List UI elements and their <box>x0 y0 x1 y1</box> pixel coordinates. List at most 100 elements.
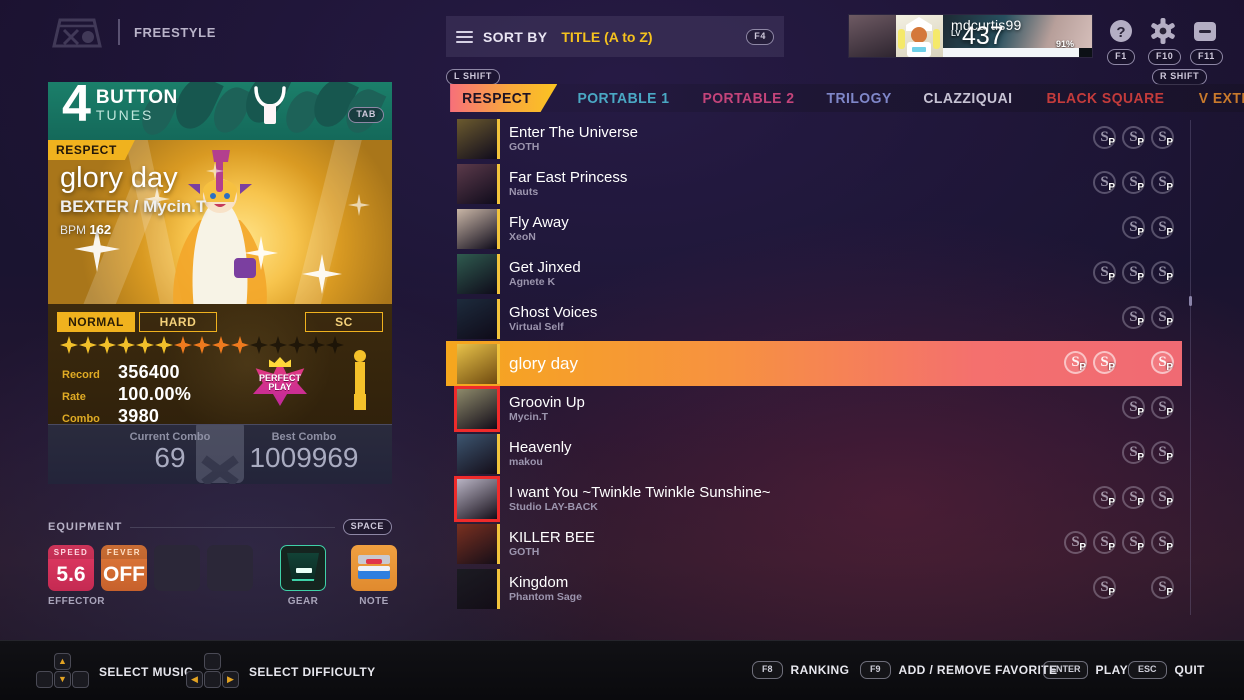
song-row[interactable]: Ghost Voices Virtual Self S P S P <box>446 296 1182 341</box>
footer-quit[interactable]: ESC QUIT <box>1128 661 1205 679</box>
rank-badge-slot: SP <box>1062 529 1091 559</box>
footer-bar: ▲ . ▼ . SELECT MUSIC . ◀ . ▶ SELECT DIFF… <box>0 640 1244 700</box>
rank-badge: SP <box>1064 530 1087 554</box>
favorite-label: ADD / REMOVE FAVORITE <box>898 663 1058 677</box>
song-row[interactable]: Enter The Universe GOTH S P S P S P <box>446 116 1182 161</box>
archive-button[interactable]: F11 <box>1190 16 1223 65</box>
fever-cap: FEVER <box>101 545 147 559</box>
left-shift-hint[interactable]: L SHIFT <box>446 66 501 85</box>
difficulty-stars <box>60 336 344 354</box>
difficulty-tab-sc[interactable]: SC <box>304 312 383 332</box>
button-count: 4 <box>62 82 91 133</box>
song-accent-bar <box>497 568 500 609</box>
perfect-play-line2: PLAY <box>268 382 292 392</box>
song-row[interactable]: Kingdom Phantom Sage S P S P <box>446 566 1182 611</box>
category-tab-clazziquai[interactable]: CLAZZIQUAI <box>912 84 1025 112</box>
equipment-slot-effector[interactable]: SPEED 5.6 EFFECTOR <box>48 545 105 607</box>
difficulty-tab-normal[interactable]: NORMAL <box>57 312 135 332</box>
rank-badge-slot: SP <box>1120 304 1149 334</box>
rank-badge: SP <box>1064 350 1087 374</box>
rank-perfect-mark: P <box>1079 541 1086 553</box>
difficulty-star <box>307 336 325 354</box>
rank-badge: SP <box>1093 260 1116 284</box>
bpm-value: 162 <box>89 222 112 237</box>
difficulty-star <box>288 336 306 354</box>
difficulty-star <box>60 336 78 354</box>
difficulty-star <box>326 336 344 354</box>
player-profile-card[interactable]: mdcurtis99 LV 437 91% <box>848 14 1093 58</box>
song-artist: Agnete K <box>509 275 556 288</box>
settings-button[interactable]: F10 <box>1148 16 1182 65</box>
equipment-slot-empty-1[interactable] <box>154 545 200 591</box>
category-tab-portable-2[interactable]: PORTABLE 2 <box>691 84 807 112</box>
difficulty-tab-hard[interactable]: HARD <box>138 312 217 332</box>
sort-bar[interactable]: SORT BY TITLE (A to Z) F4 <box>446 16 784 57</box>
favorite-key: F9 <box>860 661 891 679</box>
help-key-hint[interactable]: F1 <box>1107 49 1135 65</box>
song-list-scrollbar[interactable] <box>1189 120 1192 615</box>
song-meta: Kingdom Phantom Sage <box>509 574 582 604</box>
equipment-header: EQUIPMENT SPACE <box>48 518 392 536</box>
equipment-slot-empty-2[interactable] <box>207 545 253 591</box>
category-tab-trilogy[interactable]: TRILOGY <box>815 84 904 112</box>
menu-icon[interactable] <box>456 30 473 43</box>
song-row[interactable]: I want You ~Twinkle Twinkle Sunshine~ Stu… <box>446 475 1182 522</box>
song-row[interactable]: KILLER BEE GOTH S P S P S P S P <box>446 521 1182 566</box>
difficulty-panel: NORMAL HARD SC Record 356400 Rate 100.00… <box>48 304 392 424</box>
song-rank-badges: SPSPSPSP <box>1062 529 1178 559</box>
song-thumbnail <box>457 163 497 204</box>
rank-badge: SP <box>1151 575 1174 599</box>
footer-play[interactable]: ENTER PLAY <box>1043 661 1128 679</box>
song-row[interactable]: Get Jinxed Agnete KSPSPSP <box>446 251 1182 296</box>
song-thumbnail <box>457 208 497 249</box>
equipment-key-hint[interactable]: SPACE <box>342 519 392 535</box>
category-tab-v-extension[interactable]: V EXTENSION <box>1187 84 1244 112</box>
song-row[interactable]: glory day S P S P S P <box>446 341 1182 386</box>
song-row[interactable]: Heavenly makou S P S P <box>446 431 1182 476</box>
rank-badge: SP <box>1122 260 1145 284</box>
scrollbar-thumb[interactable] <box>1189 296 1192 306</box>
detail-song-title: glory day <box>60 162 178 194</box>
song-row[interactable]: Groovin Up Mycin.T S P S P <box>446 385 1182 432</box>
rank-perfect-mark: P <box>1166 361 1173 373</box>
song-thumbnail <box>457 253 497 294</box>
rank-perfect-mark: P <box>1166 541 1173 553</box>
best-combo-value: 1009969 <box>249 442 359 473</box>
help-button[interactable]: ? F1 <box>1106 16 1136 65</box>
equipment-slot-gear[interactable]: GEAR <box>280 545 326 607</box>
rank-perfect-mark: P <box>1137 181 1144 193</box>
equipment-slot-note[interactable]: NOTE <box>351 545 397 607</box>
song-row[interactable]: Far East Princess Nauts S P S P S P <box>446 161 1182 206</box>
difficulty-star <box>79 336 97 354</box>
song-title: Kingdom <box>509 573 569 591</box>
gear-label: GEAR <box>287 596 319 607</box>
rank-perfect-mark: P <box>1108 136 1115 148</box>
archive-key-hint[interactable]: F11 <box>1190 49 1223 65</box>
song-jacket: 4 BUTTON TUNES TAB RESPECT glory day BEX… <box>48 82 392 304</box>
tab-key-hint[interactable]: TAB <box>348 104 384 123</box>
rank-badge-slot: SP <box>1091 574 1120 604</box>
rank-badge-slot <box>1120 349 1149 379</box>
sort-key-hint[interactable]: F4 <box>746 28 774 45</box>
song-title: Far East Princess <box>509 168 628 186</box>
footer-favorite[interactable]: F9 ADD / REMOVE FAVORITE <box>860 661 1057 679</box>
song-row[interactable]: Fly Away XeoN S P S P <box>446 206 1182 251</box>
footer-ranking[interactable]: F8 RANKING <box>752 661 849 679</box>
category-tab-portable-1[interactable]: PORTABLE 1 <box>566 84 682 112</box>
category-tab-respect[interactable]: RESPECT <box>450 84 557 112</box>
song-accent-bar <box>497 478 500 519</box>
song-accent-bar <box>497 163 500 204</box>
effector-label: EFFECTOR <box>48 596 105 607</box>
rank-perfect-mark: P <box>1137 496 1144 508</box>
settings-key-hint[interactable]: F10 <box>1148 49 1182 65</box>
category-tab-black-square[interactable]: BLACK SQUARE <box>1035 84 1177 112</box>
rank-badge-slot: SP <box>1149 124 1178 154</box>
difficulty-star <box>193 336 211 354</box>
right-shift-hint[interactable]: R SHIFT <box>1152 66 1208 85</box>
difficulty-star <box>231 336 249 354</box>
rank-perfect-mark: P <box>1166 586 1173 598</box>
detail-bpm: BPM 162 <box>60 222 111 237</box>
equipment-slot-fever[interactable]: FEVER OFF <box>101 545 147 596</box>
song-artist: XeoN <box>509 230 536 243</box>
song-thumbnail <box>457 568 497 609</box>
